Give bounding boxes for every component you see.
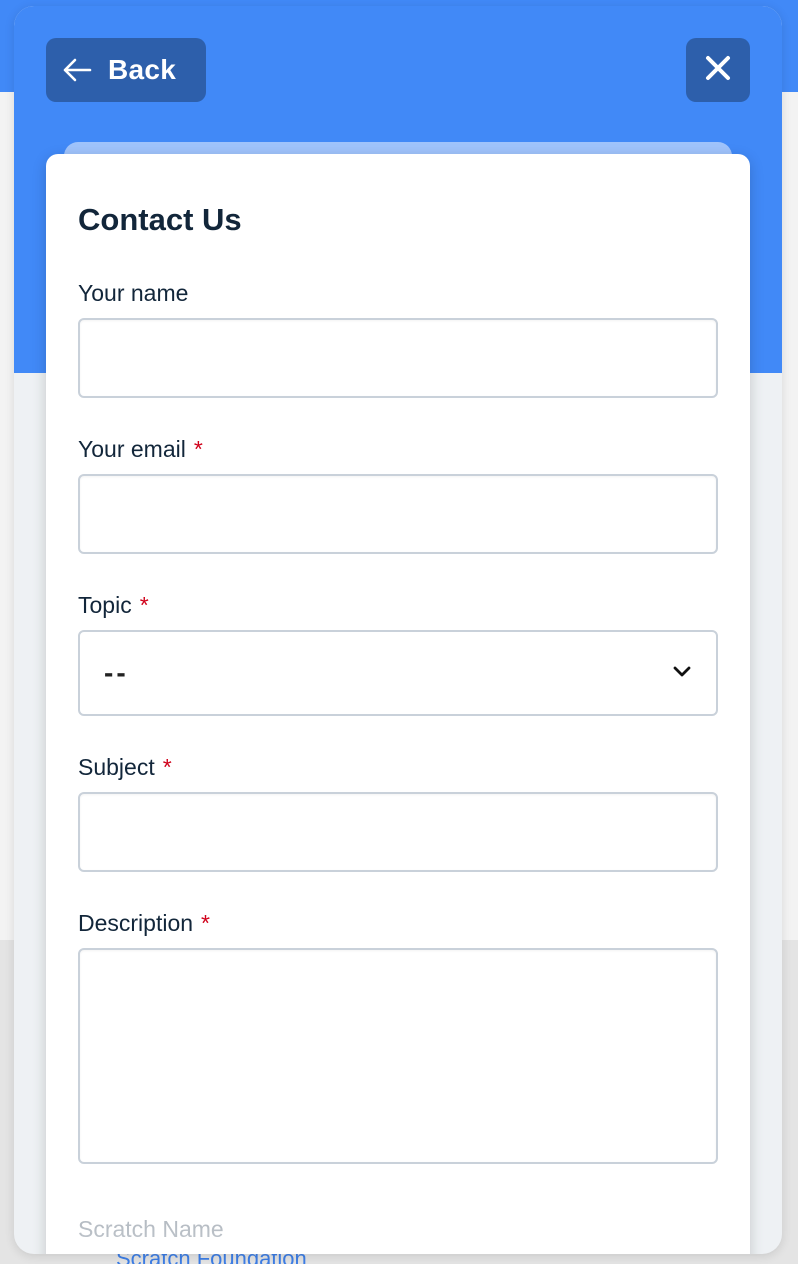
required-marker: * xyxy=(139,592,149,618)
email-input[interactable] xyxy=(78,474,718,554)
topic-label-text: Topic xyxy=(78,592,132,618)
form-title: Contact Us xyxy=(78,202,242,237)
name-label: Your name xyxy=(78,280,188,307)
contact-form-card: Contact Us Your name Your email * Topic * … xyxy=(46,154,750,1254)
name-label-text: Your name xyxy=(78,280,189,306)
back-button[interactable]: Back xyxy=(46,38,206,102)
back-label: Back xyxy=(108,54,177,85)
description-label-text: Description xyxy=(78,910,194,936)
required-marker: * xyxy=(162,754,172,780)
description-label: Description * xyxy=(78,910,210,937)
required-marker: * xyxy=(193,436,203,462)
chevron-down-icon xyxy=(672,664,692,683)
topic-label: Topic * xyxy=(78,592,149,619)
subject-label: Subject * xyxy=(78,754,172,781)
name-input[interactable] xyxy=(78,318,718,398)
required-marker: * xyxy=(201,910,210,936)
subject-label-text: Subject xyxy=(78,754,155,780)
topic-select[interactable]: -- xyxy=(78,630,718,716)
email-label: Your email * xyxy=(78,436,203,463)
subject-input[interactable] xyxy=(78,792,718,872)
contact-widget: Back Contact Us Your name Your email * T… xyxy=(14,6,782,1254)
close-icon xyxy=(705,55,731,86)
email-label-text: Your email xyxy=(78,436,186,462)
description-textarea[interactable] xyxy=(78,948,718,1164)
page: Scratch Foundation Back Contact Us Your … xyxy=(0,0,798,1264)
topic-selected-value: -- xyxy=(104,657,129,688)
close-button[interactable] xyxy=(686,38,750,102)
arrow-left-icon xyxy=(62,58,92,82)
scratch-name-label: Scratch Name xyxy=(78,1216,224,1242)
